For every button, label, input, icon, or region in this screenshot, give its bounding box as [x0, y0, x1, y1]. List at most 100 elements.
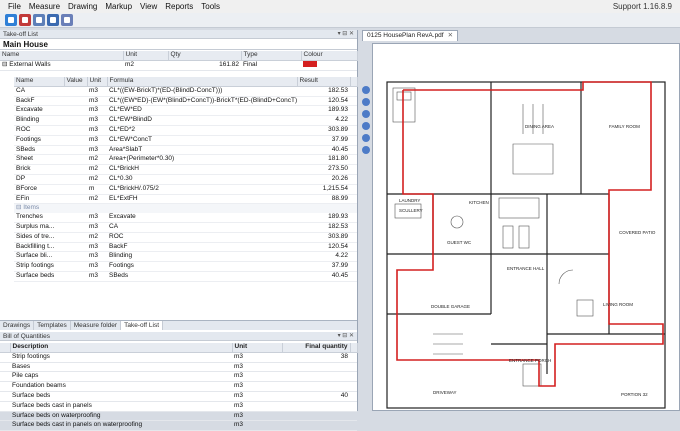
sub-col-result[interactable]: Result	[297, 77, 351, 87]
new-project-icon[interactable]	[5, 14, 17, 26]
boq-row[interactable]: Surface beds cast in panels on waterproo…	[0, 420, 357, 431]
menu-measure[interactable]: Measure	[25, 0, 64, 13]
formula-row[interactable]: Excavate m3 CL*EW*ED 189.93	[14, 105, 357, 117]
formula-unit: m3	[87, 145, 107, 156]
export-icon[interactable]	[47, 14, 59, 26]
item-row-value	[64, 222, 87, 233]
formula-row[interactable]: BackF m3 CL*((EW*ED)-(EW*(BlindD+ConcT))-B…	[14, 96, 357, 107]
formula-row[interactable]: SBeds m3 Area*SlabT 40.45	[14, 145, 357, 156]
room-porch: ENTRANCE PORCH	[509, 358, 551, 363]
menu-drawing[interactable]: Drawing	[64, 0, 101, 13]
scale-tool-icon[interactable]	[362, 146, 370, 154]
formula-row[interactable]: EFin m2 EL*ExtFH 88.99	[14, 194, 357, 205]
formula-row[interactable]: Sheet m2 Area+(Perimeter*0.30) 181.80	[14, 154, 357, 166]
boq-row[interactable]: Foundation beams m3	[0, 381, 357, 392]
scroll-cell	[350, 164, 357, 175]
sub-col-name[interactable]: Name	[14, 77, 65, 87]
boq-row[interactable]: Surface beds on waterproofing m3	[0, 411, 357, 422]
boq-row[interactable]: Pile caps m3	[0, 371, 357, 383]
item-row[interactable]: Surface beds m3 SBeds 40.45	[14, 271, 357, 282]
item-row[interactable]: Surplus ma... m3 CA 182.53	[14, 222, 357, 233]
formula-row[interactable]: CA m3 CL*((EW-BrickT)*(ED-(BlindD-ConcT)))…	[14, 86, 357, 97]
plan-sheet[interactable]: DINING AREA FAMILY ROOM KITCHEN LAUNDRY …	[372, 43, 680, 411]
formula-row[interactable]: BForce m CL*BrickH/.075/2 1,215.54	[14, 184, 357, 195]
menu-markup[interactable]: Markup	[101, 0, 136, 13]
print-icon[interactable]	[33, 14, 45, 26]
formula-row[interactable]: Blinding m3 CL*EW*BlindD 4.22	[14, 115, 357, 126]
support-version[interactable]: Support 1.16.8.9	[613, 2, 680, 11]
count-tool-icon[interactable]	[362, 134, 370, 142]
document-viewer: 0125 HousePlan RevA.pdf ✕ DINING AREA FA…	[360, 30, 680, 411]
scroll-cell	[350, 86, 357, 97]
menu-file[interactable]: File	[0, 0, 25, 13]
toolbar	[0, 13, 680, 28]
col-name[interactable]: Name	[0, 51, 124, 61]
boq-col-qty[interactable]: Final quantity	[282, 343, 351, 353]
room-dining: DINING AREA	[525, 124, 554, 129]
item-row[interactable]: Sides of tre... m2 ROC 303.89	[14, 232, 357, 243]
support-link[interactable]: Support	[613, 2, 641, 11]
sub-col-value[interactable]: Value	[64, 77, 88, 87]
area-tool-icon[interactable]	[362, 122, 370, 130]
col-qty[interactable]: Qty	[168, 51, 242, 61]
formula-expression: CL*ED*2	[107, 125, 297, 136]
item-row[interactable]: Trenches m3 Excavate 189.93	[14, 213, 357, 223]
item-row-formula: Blinding	[107, 251, 297, 263]
tab-drawings[interactable]: Drawings	[0, 321, 35, 330]
formula-row[interactable]: Footings m3 CL*EW*ConcT 37.99	[14, 135, 357, 146]
boq-row[interactable]: Bases m3	[0, 362, 357, 373]
formula-row[interactable]: DP m2 CL*0.30 20.26	[14, 174, 357, 185]
formula-expression: EL*ExtFH	[107, 194, 297, 205]
tab-takeoff-list[interactable]: Take-off List	[121, 321, 164, 330]
scroll-cell	[350, 222, 357, 233]
takeoff-item-row[interactable]: ⊟ External Walls m2 161.82 Final	[0, 60, 357, 71]
formula-row[interactable]: Brick m2 CL*BrickH 273.50	[14, 164, 357, 175]
item-colour[interactable]	[301, 60, 357, 71]
boq-pane-controls-icon[interactable]: ▾ ⊟ ✕	[338, 332, 354, 341]
formula-row[interactable]: ROC m3 CL*ED*2 303.89	[14, 125, 357, 136]
formula-result: 37.99	[297, 135, 350, 146]
menu-tools[interactable]: Tools	[197, 0, 224, 13]
document-tab[interactable]: 0125 HousePlan RevA.pdf ✕	[362, 30, 459, 41]
sub-col-formula[interactable]: Formula	[107, 77, 298, 87]
scroll-cell	[350, 420, 357, 431]
item-row-result: 37.99	[297, 261, 350, 272]
formula-name: ROC	[14, 125, 64, 136]
menu-view[interactable]: View	[136, 0, 161, 13]
item-row[interactable]: Backfilling t... m3 BackF 120.54	[14, 242, 357, 253]
zoom-tool-icon[interactable]	[362, 98, 370, 106]
takeoff-table: Name Unit Qty Type Colour ⊟ External Wal…	[0, 51, 358, 71]
group-row[interactable]: ⊟ Items	[14, 203, 357, 214]
close-icon[interactable]: ✕	[448, 32, 453, 39]
menu-reports[interactable]: Reports	[161, 0, 197, 13]
version-label: 1.16.8.9	[643, 2, 672, 11]
boq-col-description[interactable]: Description	[10, 343, 233, 353]
sub-col-unit[interactable]: Unit	[87, 77, 108, 87]
scroll-cell	[350, 362, 357, 373]
tab-templates[interactable]: Templates	[34, 321, 71, 330]
col-unit[interactable]: Unit	[123, 51, 169, 61]
item-row-name: Strip footings	[14, 261, 64, 272]
settings-icon[interactable]	[61, 14, 73, 26]
tab-measure-folder[interactable]: Measure folder	[71, 321, 122, 330]
measure-tool-icon[interactable]	[362, 110, 370, 118]
pdf-icon[interactable]	[19, 14, 31, 26]
item-row-unit: m3	[87, 242, 107, 253]
room-driveway: DRIVEWAY	[433, 390, 457, 395]
boq-row[interactable]: Surface beds m3 40	[0, 391, 357, 402]
pane-controls-icon[interactable]: ▾ ⊟ ✕	[338, 30, 354, 39]
item-row[interactable]: Surface bli... m3 Blinding 4.22	[14, 251, 357, 263]
room-living: LIVING ROOM	[603, 302, 633, 307]
boq-col-unit[interactable]: Unit	[232, 343, 283, 353]
item-row[interactable]: Strip footings m3 Footings 37.99	[14, 261, 357, 272]
scroll-cell	[350, 184, 357, 195]
boq-row[interactable]: Surface beds cast in panels m3	[0, 401, 357, 412]
col-colour[interactable]: Colour	[301, 51, 358, 61]
item-row-formula: SBeds	[107, 271, 297, 282]
formula-unit: m3	[87, 125, 107, 136]
boq-qty	[282, 411, 350, 422]
pan-tool-icon[interactable]	[362, 86, 370, 94]
boq-row[interactable]: Strip footings m3 38	[0, 352, 357, 363]
col-type[interactable]: Type	[241, 51, 302, 61]
colour-swatch[interactable]	[303, 61, 317, 68]
